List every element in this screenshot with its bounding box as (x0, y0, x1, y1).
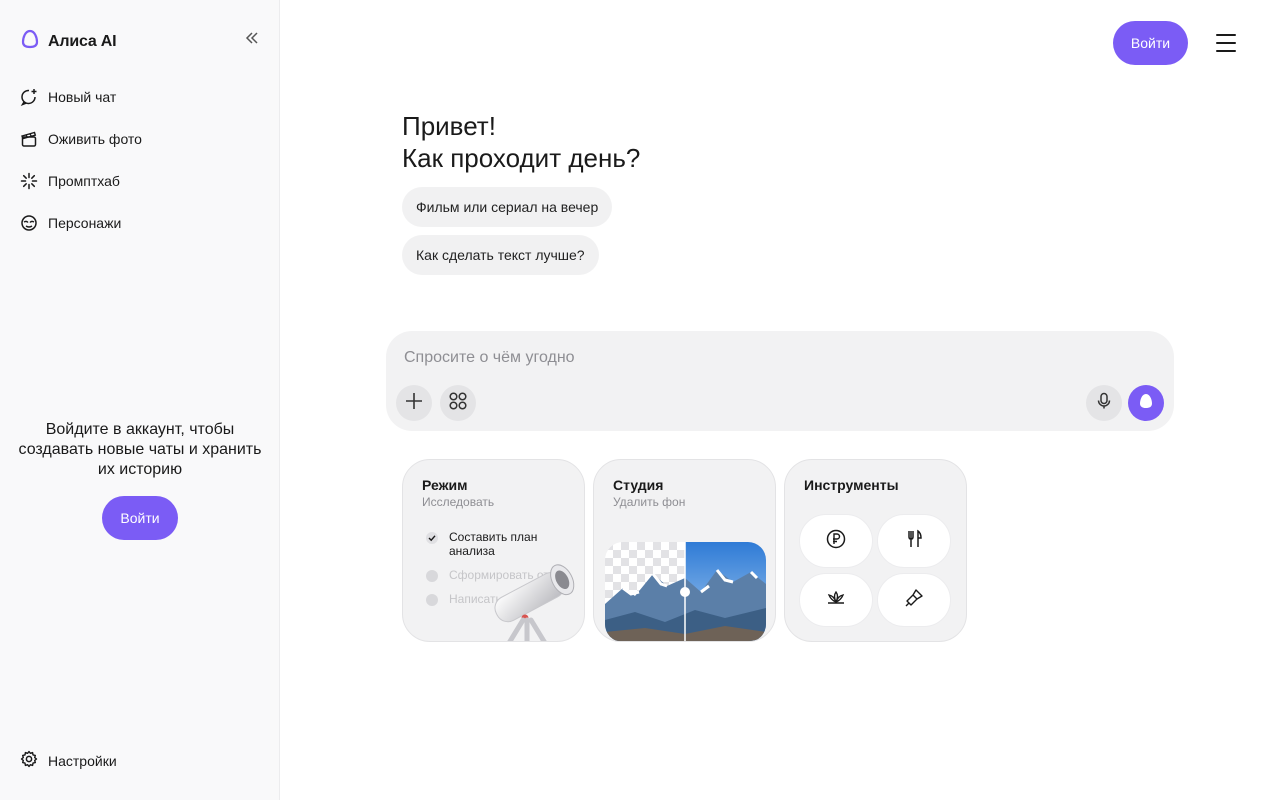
hamburger-menu-button[interactable] (1214, 32, 1238, 54)
alice-send-icon (1137, 392, 1155, 415)
studio-card-title: Студия (613, 477, 664, 493)
sidebar-item-new-chat[interactable]: Новый чат (20, 76, 260, 118)
mode-card[interactable]: Режим Исследовать Составить план анализа… (402, 459, 585, 642)
prompt-input-box (386, 331, 1174, 431)
tools-card-title: Инструменты (804, 477, 899, 493)
hamburger-line (1216, 34, 1236, 36)
brand-name: Алиса AI (48, 32, 117, 50)
mode-card-subtitle: Исследовать (422, 495, 495, 509)
ruble-coin-icon (825, 528, 847, 555)
sidebar-item-label: Новый чат (48, 89, 117, 105)
new-chat-icon (20, 88, 38, 106)
send-button[interactable] (1128, 385, 1164, 421)
suggestion-chip[interactable]: Фильм или сериал на вечер (402, 187, 613, 227)
tools-card[interactable]: Инструменты (784, 459, 967, 642)
sidebar-login-block: Войдите в аккаунт, чтобы создавать новые… (0, 420, 280, 540)
greeting: Привет! Как проходит день? (402, 110, 640, 174)
fork-knife-icon (903, 528, 925, 555)
alice-logo-icon (20, 29, 40, 54)
sidebar-item-label: Персонажи (48, 215, 122, 231)
hamburger-line (1216, 50, 1236, 52)
suggestion-chip[interactable]: Как сделать текст лучше? (402, 235, 599, 275)
mask-icon (20, 214, 38, 232)
sidebar-item-label: Оживить фото (48, 131, 142, 147)
check-icon (426, 532, 438, 544)
microphone-icon (1095, 392, 1113, 415)
sidebar-item-label: Промптхаб (48, 173, 120, 189)
sidebar: Алиса AI Новый чат Оживить фото Промптха… (0, 0, 280, 800)
greeting-line-1: Привет! (402, 111, 496, 141)
sidebar-item-prompthub[interactable]: Промптхаб (20, 160, 260, 202)
step-dot-icon (426, 570, 438, 582)
double-chevron-left-icon (245, 31, 259, 49)
tool-finance-button[interactable] (799, 514, 873, 568)
brand-logo[interactable]: Алиса AI (20, 29, 117, 54)
collapse-sidebar-button[interactable] (242, 30, 262, 50)
tool-wellness-button[interactable] (799, 573, 873, 627)
sidebar-login-button[interactable]: Войти (102, 496, 178, 540)
plus-icon (404, 391, 424, 416)
gear-icon (20, 750, 38, 771)
telescope-icon (473, 548, 583, 641)
grid-icon (448, 391, 468, 416)
microphone-button[interactable] (1086, 385, 1122, 421)
settings-button[interactable]: Настройки (20, 750, 117, 771)
lotus-icon (825, 587, 847, 614)
login-prompt-text: Войдите в аккаунт, чтобы создавать новые… (18, 421, 262, 478)
header-login-button[interactable]: Войти (1113, 21, 1188, 65)
sparkle-icon (20, 172, 38, 190)
step-dot-icon (426, 594, 438, 606)
greeting-line-2: Как проходит день? (402, 143, 641, 173)
studio-card-subtitle: Удалить фон (613, 495, 686, 509)
sidebar-nav: Новый чат Оживить фото Промптхаб Персона… (20, 76, 260, 244)
tool-food-button[interactable] (877, 514, 951, 568)
sidebar-item-characters[interactable]: Персонажи (20, 202, 260, 244)
settings-label: Настройки (48, 752, 117, 769)
attach-button[interactable] (396, 385, 432, 421)
apps-button[interactable] (440, 385, 476, 421)
studio-card[interactable]: Студия Удалить фон (593, 459, 776, 642)
hamburger-line (1216, 42, 1236, 44)
mountain-image-icon (605, 542, 766, 641)
brush-icon (903, 587, 925, 614)
prompt-input[interactable] (404, 345, 1104, 371)
mode-card-title: Режим (422, 477, 468, 493)
clapperboard-icon (20, 130, 38, 148)
tool-repair-button[interactable] (877, 573, 951, 627)
sidebar-item-animate-photo[interactable]: Оживить фото (20, 118, 260, 160)
